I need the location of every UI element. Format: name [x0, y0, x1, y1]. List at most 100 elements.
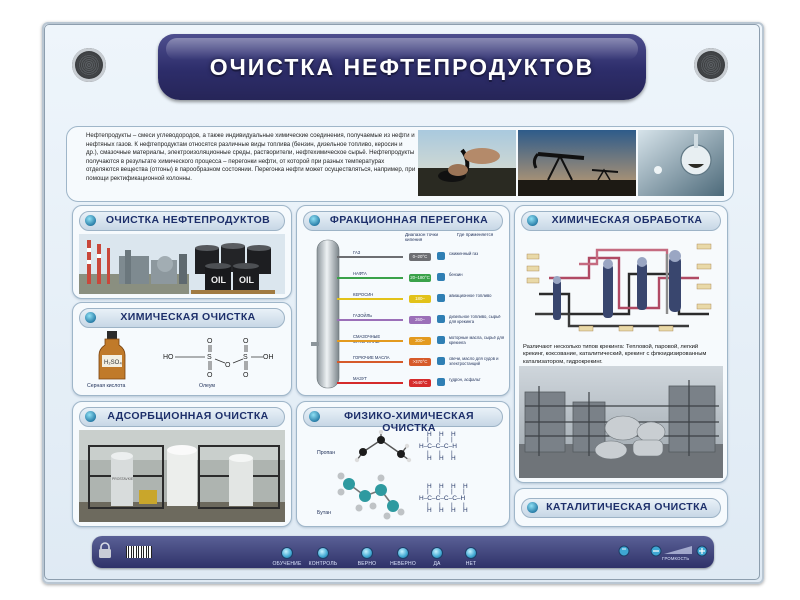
- svg-text:|: |: [451, 436, 453, 443]
- fraction-use-icon: [437, 336, 445, 344]
- panel-physchem: ФИЗИКО-ХИМИЧЕСКАЯ ОЧИСТКА Пропан Бутан H…: [296, 401, 510, 527]
- svg-text:|: |: [427, 436, 429, 443]
- atom: O: [243, 372, 249, 379]
- svg-text:|: |: [451, 502, 453, 509]
- fraction-temp-chip: >540°C: [409, 379, 431, 387]
- svg-text:|: |: [463, 488, 465, 495]
- acid-bottle-image: H₂SO₄: [98, 331, 126, 380]
- control-button[interactable]: [398, 548, 408, 558]
- svg-text:|: |: [439, 450, 441, 457]
- left-speaker: [72, 48, 106, 82]
- col-temp-header: Диапазон точки кипения: [405, 232, 439, 243]
- atom: S: [207, 354, 212, 361]
- fraction-temp-chip: 0–20°C: [409, 253, 431, 261]
- control-button[interactable]: [466, 548, 476, 558]
- barrel-label: OIL: [211, 275, 227, 285]
- panel-chemical-processing-title: ХИМИЧЕСКАЯ ОБРАБОТКА: [551, 214, 703, 226]
- barcode: [126, 546, 152, 558]
- panel-chemical-cleaning-title: ХИМИЧЕСКАЯ ОЧИСТКА: [120, 311, 256, 323]
- svg-text:|: |: [451, 450, 453, 457]
- fraction-name: ГАЗ: [353, 250, 361, 255]
- fraction-use: дизельное топливо, сырьё для крекинга: [449, 314, 501, 324]
- control-button[interactable]: [432, 548, 442, 558]
- svg-text:|: |: [427, 488, 429, 495]
- control-button-label: ВЕРНО: [357, 561, 377, 567]
- caption-sulfuric-acid: Серная кислота: [87, 383, 126, 389]
- fraction-use: авиационное топливо: [449, 293, 492, 298]
- barrel-label: OIL: [239, 275, 255, 285]
- fraction-use: бензин: [449, 272, 463, 277]
- control-button-label: КОНТРОЛЬ: [308, 561, 338, 567]
- panel-catalytic: КАТАЛИТИЧЕСКАЯ ОЧИСТКА: [514, 488, 728, 527]
- panel-chemical-cleaning: ХИМИЧЕСКАЯ ОЧИСТКА H₂SO₄ Серная кислота …: [72, 302, 292, 396]
- fraction-use-icon: [437, 357, 445, 365]
- fraction-outlet-line: [337, 361, 403, 363]
- photo-pumpjack: [518, 130, 636, 196]
- butane-label: Бутан: [317, 510, 331, 516]
- volume-label: ГРОМКОСТЬ: [662, 556, 690, 561]
- panel-fractional: ФРАКЦИОННАЯ ПЕРЕГОНКА Диапазон точки кип…: [296, 205, 510, 396]
- fraction-outlet-line: [337, 298, 403, 300]
- panel-adsorption-title: АДСОРБЦИОННАЯ ОЧИСТКА: [107, 410, 269, 422]
- svg-text:H–C–C–C–H: H–C–C–C–H: [419, 443, 457, 450]
- svg-text:|: |: [439, 488, 441, 495]
- panel-button-icon: [85, 411, 96, 422]
- cracking-process-diagram: [519, 234, 723, 340]
- control-button-label: НЕТ: [465, 561, 477, 567]
- panel-adsorption-header[interactable]: АДСОРБЦИОННАЯ ОЧИСТКА: [79, 407, 285, 427]
- svg-text:|: |: [427, 450, 429, 457]
- control-button[interactable]: [318, 548, 328, 558]
- panel-button-icon: [309, 215, 320, 226]
- svg-text:|: |: [427, 502, 429, 509]
- tank-label: PROSTAVKIE: [112, 477, 134, 481]
- propane-label: Пропан: [317, 450, 336, 456]
- fraction-use-icon: [437, 273, 445, 281]
- fraction-name: ГАЗОЙЛЬ: [353, 313, 372, 318]
- panel-chemical-cleaning-header[interactable]: ХИМИЧЕСКАЯ ОЧИСТКА: [79, 308, 285, 328]
- fraction-name: НАФТА: [353, 271, 367, 276]
- control-button[interactable]: [362, 548, 372, 558]
- fraction-use: гудрон, асфальт: [449, 377, 481, 382]
- fraction-temp-chip: 300–370°C: [409, 337, 431, 351]
- fraction-temp-chip: 260–300°C: [409, 316, 431, 330]
- panel-chemical-processing-header[interactable]: ХИМИЧЕСКАЯ ОБРАБОТКА: [521, 211, 721, 231]
- atom: O: [207, 372, 213, 379]
- panel-catalytic-header[interactable]: КАТАЛИТИЧЕСКАЯ ОЧИСТКА: [521, 498, 721, 518]
- panel-fractional-header[interactable]: ФРАКЦИОННАЯ ПЕРЕГОНКА: [303, 211, 503, 231]
- control-button[interactable]: [282, 548, 292, 558]
- fraction-use: сжиженный газ: [449, 251, 479, 256]
- atom: O: [243, 338, 249, 345]
- atom: O: [207, 338, 213, 345]
- panel-fractional-title: ФРАКЦИОННАЯ ПЕРЕГОНКА: [329, 214, 489, 226]
- panel-button-icon: [309, 411, 320, 422]
- fraction-name: МАЗУТ: [353, 376, 367, 381]
- oleum-formula: O O HO S O S OH O O: [163, 338, 274, 379]
- panel-button-icon: [527, 502, 538, 513]
- fraction-temp-chip: 20–180°C: [409, 274, 431, 282]
- butane-molecule: [337, 472, 405, 520]
- fraction-outlet-line: [337, 256, 403, 258]
- distillation-column: [311, 239, 340, 389]
- fraction-use: моторные масла, сырьё для крекинга: [449, 335, 505, 345]
- fraction-temp-chip: >370°C: [409, 358, 431, 366]
- fraction-use-icon: [437, 315, 445, 323]
- power-icon: [618, 545, 630, 557]
- panel-cleaning-header[interactable]: ОЧИСТКА НЕФТЕПРОДУКТОВ: [79, 211, 285, 231]
- adsorption-plant-image: PROSTAVKIE: [79, 430, 285, 522]
- panel-physchem-header[interactable]: ФИЗИКО-ХИМИЧЕСКАЯ ОЧИСТКА: [303, 407, 503, 434]
- atom: OH: [263, 354, 274, 361]
- photo-lab-flask: [638, 130, 724, 196]
- bottle-label: H₂SO₄: [104, 360, 122, 366]
- svg-text:|: |: [451, 488, 453, 495]
- intro-photos: [418, 130, 724, 196]
- atom: S: [243, 354, 248, 361]
- caption-oleum: Олеум: [199, 383, 215, 389]
- cracking-types-text: Различают несколько типов крекинга: Тепл…: [523, 344, 707, 365]
- control-button-label: ОБУЧЕНИЕ: [272, 561, 302, 567]
- title-bar: ОЧИСТКА НЕФТЕПРОДУКТОВ: [158, 34, 646, 100]
- svg-text:|: |: [439, 502, 441, 509]
- panel-button-icon: [85, 215, 96, 226]
- atom: HO: [163, 354, 174, 361]
- fraction-use: свечи, масло для судов и электростанций: [449, 356, 499, 366]
- panel-adsorption: АДСОРБЦИОННАЯ ОЧИСТКА PROSTAVKIE: [72, 401, 292, 527]
